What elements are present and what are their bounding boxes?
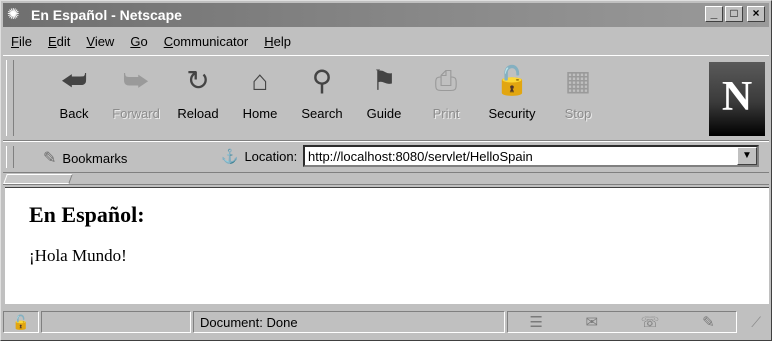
menu-communicator[interactable]: Communicator bbox=[156, 34, 257, 49]
bookmarks-label: Bookmarks bbox=[62, 150, 128, 166]
page-heading: En Español: bbox=[29, 202, 145, 227]
menu-go[interactable]: Go bbox=[122, 34, 155, 49]
home-label: Home bbox=[242, 106, 278, 121]
menu-go-mnemonic: G bbox=[130, 33, 141, 49]
status-bar: 🔓 Document: Done ☰ ✉ ☏ ✎ ⟋ bbox=[3, 306, 769, 338]
url-input[interactable]: http://localhost:8080/servlet/HelloSpain bbox=[303, 145, 759, 167]
component-bar: ☰ ✉ ☏ ✎ bbox=[507, 311, 737, 333]
page-proxy-icon[interactable]: ⚓ bbox=[221, 148, 238, 165]
back-label: Back bbox=[59, 106, 89, 121]
stop-icon: ▦ bbox=[564, 65, 592, 96]
search-button[interactable]: ⚲ Search bbox=[291, 60, 353, 136]
print-label: Print bbox=[432, 106, 460, 121]
menu-help-label: elp bbox=[273, 33, 291, 49]
bookmarks-icon: ✎ bbox=[43, 150, 57, 167]
reload-button[interactable]: ↻ Reload bbox=[167, 60, 229, 136]
menu-edit-label: dit bbox=[56, 33, 71, 49]
window-controls: _ □ × bbox=[705, 6, 765, 22]
menu-file[interactable]: File bbox=[3, 34, 40, 49]
search-label: Search bbox=[301, 106, 343, 121]
collapsed-toolbar-tab[interactable] bbox=[3, 174, 73, 184]
bookmarks-button[interactable]: ✎ Bookmarks bbox=[43, 148, 127, 168]
location-toolbar-grip[interactable] bbox=[6, 146, 14, 168]
composer-icon[interactable]: ✎ bbox=[702, 313, 715, 331]
location-label: Location: bbox=[244, 149, 298, 164]
menu-communicator-label: ommunicator bbox=[173, 33, 249, 49]
home-button[interactable]: ⌂ Home bbox=[229, 60, 291, 136]
navigator-icon[interactable]: ☰ bbox=[529, 313, 542, 331]
page-content: En Español: ¡Hola Mundo! bbox=[5, 187, 769, 304]
status-text: Document: Done bbox=[193, 311, 505, 333]
back-arrow-icon: ⮨ bbox=[60, 65, 88, 96]
menu-help-mnemonic: H bbox=[264, 33, 274, 49]
security-label: Security bbox=[488, 106, 536, 121]
netscape-logo[interactable]: N bbox=[709, 62, 765, 136]
security-button[interactable]: 🔓 Security bbox=[481, 60, 543, 136]
minimize-button[interactable]: _ bbox=[705, 6, 723, 22]
menu-view-label: iew bbox=[94, 33, 115, 49]
menu-edit-mnemonic: E bbox=[47, 33, 57, 49]
menu-view-mnemonic: V bbox=[86, 33, 95, 49]
resize-grip-icon[interactable]: ⟋ bbox=[739, 314, 761, 331]
menu-communicator-mnemonic: C bbox=[163, 33, 174, 49]
window-title: En Español - Netscape bbox=[31, 7, 182, 23]
security-status-icon[interactable]: 🔓 bbox=[3, 311, 39, 333]
menu-file-label: ile bbox=[18, 33, 32, 49]
security-lock-icon: 🔓 bbox=[494, 65, 530, 96]
close-button[interactable]: × bbox=[747, 6, 765, 22]
stop-label: Stop bbox=[564, 106, 592, 121]
print-button[interactable]: ⎙ Print bbox=[415, 60, 477, 136]
forward-label: Forward bbox=[112, 106, 160, 121]
print-icon: ⎙ bbox=[434, 65, 458, 96]
menu-bar: File Edit View Go Communicator Help bbox=[3, 29, 769, 53]
menu-file-mnemonic: F bbox=[11, 33, 19, 49]
stop-button[interactable]: ▦ Stop bbox=[547, 60, 609, 136]
reload-label: Reload bbox=[177, 106, 219, 121]
browser-window: ✺ En Español - Netscape _ □ × File Edit … bbox=[0, 0, 772, 341]
page-body-text: ¡Hola Mundo! bbox=[29, 246, 127, 265]
home-icon: ⌂ bbox=[251, 65, 269, 96]
forward-button[interactable]: ⮩ Forward bbox=[105, 60, 167, 136]
forward-arrow-icon: ⮩ bbox=[122, 65, 150, 96]
title-bar[interactable]: ✺ En Español - Netscape _ □ × bbox=[3, 3, 769, 27]
netscape-app-icon: ✺ bbox=[7, 6, 20, 23]
menu-view[interactable]: View bbox=[78, 34, 122, 49]
url-dropdown-button[interactable]: ▼ bbox=[737, 147, 757, 165]
progress-area bbox=[41, 311, 191, 333]
chevron-down-icon: ▼ bbox=[742, 150, 752, 161]
mailbox-icon[interactable]: ✉ bbox=[585, 313, 598, 331]
location-label-group: ⚓ Location: bbox=[221, 148, 297, 165]
navigation-toolbar: ⮨ Back ⮩ Forward ↻ Reload ⌂ Home ⚲ Searc… bbox=[3, 55, 769, 141]
toolbar-grip[interactable] bbox=[6, 60, 14, 136]
reload-icon: ↻ bbox=[186, 65, 210, 96]
menu-go-label: o bbox=[140, 33, 148, 49]
collapsed-toolbar-strip bbox=[3, 173, 769, 185]
discussion-icon[interactable]: ☏ bbox=[641, 313, 660, 331]
maximize-button[interactable]: □ bbox=[725, 6, 743, 22]
search-icon: ⚲ bbox=[311, 65, 333, 96]
guide-label: Guide bbox=[366, 106, 402, 121]
menu-help[interactable]: Help bbox=[256, 34, 299, 49]
location-toolbar: ✎ Bookmarks ⚓ Location: http://localhost… bbox=[3, 141, 769, 173]
guide-button[interactable]: ⚑ Guide bbox=[353, 60, 415, 136]
guide-icon: ⚑ bbox=[371, 65, 397, 96]
menu-edit[interactable]: Edit bbox=[40, 34, 78, 49]
back-button[interactable]: ⮨ Back bbox=[43, 60, 105, 136]
